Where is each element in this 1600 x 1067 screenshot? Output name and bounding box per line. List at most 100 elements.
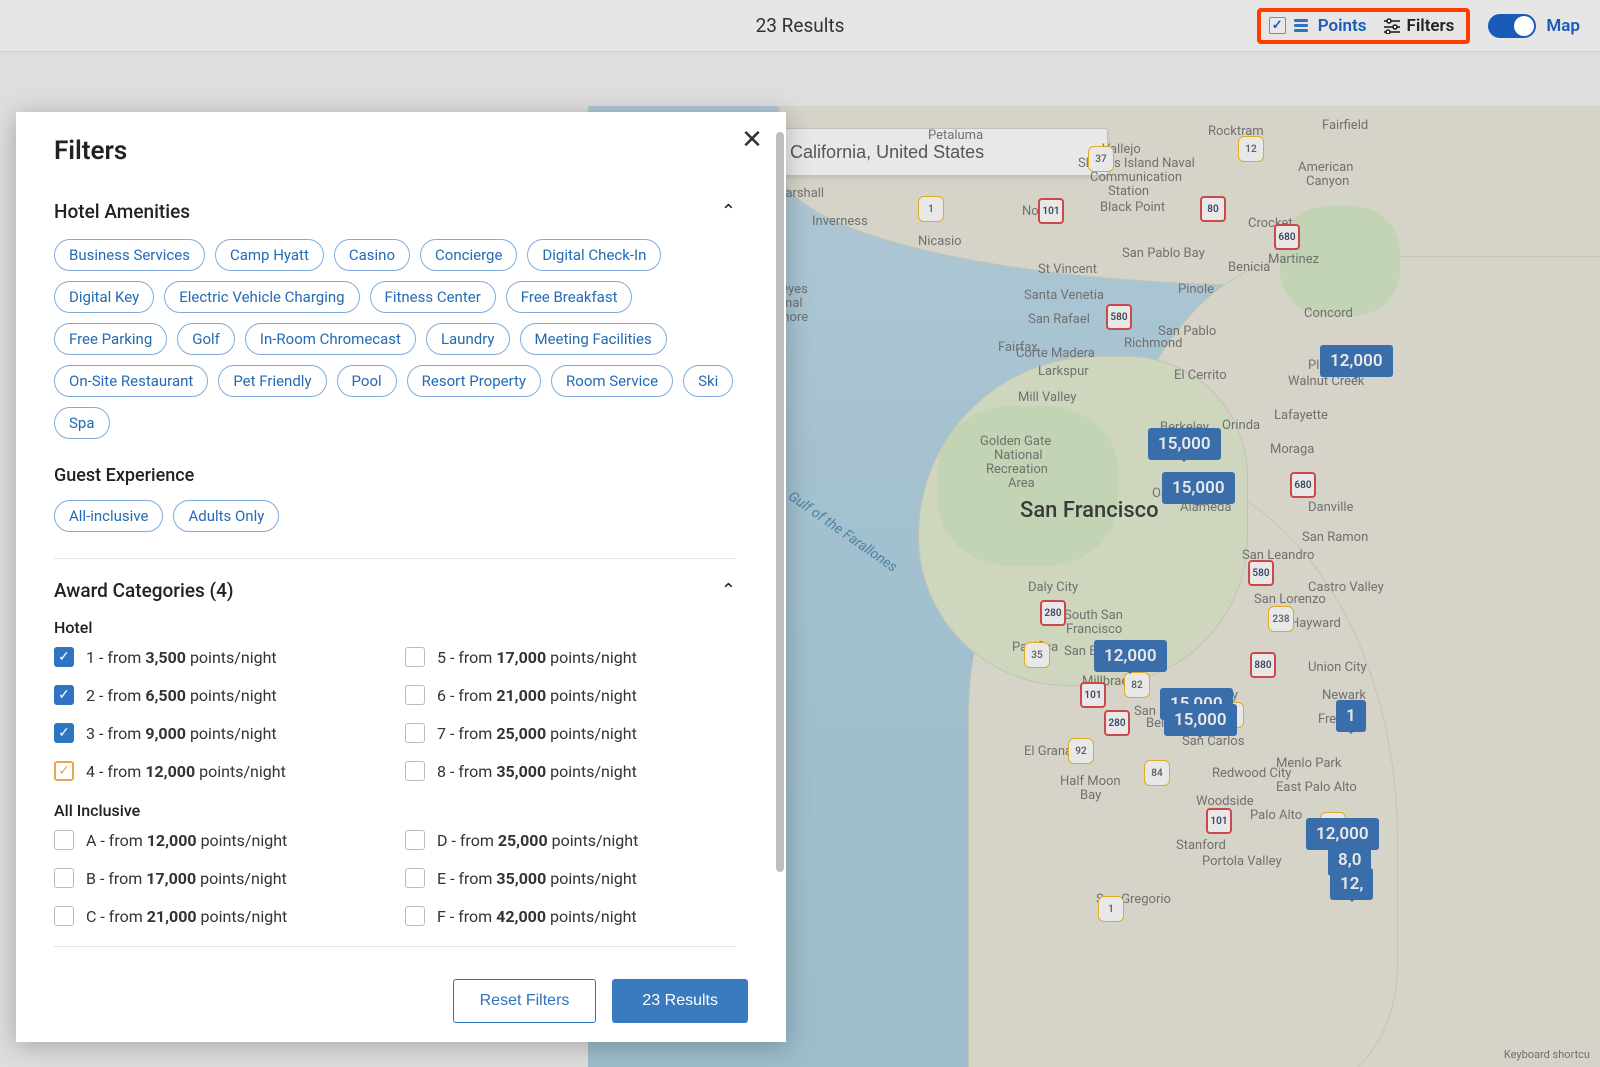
divider [54,946,736,947]
award-checkbox-row[interactable]: 8 - from 35,000 points/night [405,761,736,781]
award-checkbox-row[interactable]: 6 - from 21,000 points/night [405,685,736,705]
highway-shield-icon: 92 [1068,738,1094,764]
map-place-label: Station [1108,184,1149,199]
map-place-label: Menlo Park [1276,756,1341,771]
section-award-header[interactable]: Award Categories (4) ⌃ [54,579,736,602]
amenity-chip[interactable]: Free Parking [54,323,167,355]
amenity-chip[interactable]: Spa [54,407,110,439]
checkbox-icon: ✓ [54,761,74,781]
amenity-chip[interactable]: On-Site Restaurant [54,365,208,397]
map-price-pin[interactable]: 15,000 [1164,704,1237,736]
amenity-chip[interactable]: Concierge [420,239,517,271]
map-place-label: Golden Gate [980,434,1051,449]
award-checkbox-row[interactable]: ✓3 - from 9,000 points/night [54,723,385,743]
map-place-label: Portola Valley [1202,854,1282,869]
highway-shield-icon: 280 [1040,600,1066,626]
award-ai-grid: A - from 12,000 points/night B - from 17,… [54,830,736,926]
map-place-label: Lafayette [1274,408,1328,423]
checkbox-icon [54,906,74,926]
map-place-label: Mill Valley [1018,390,1076,405]
award-checkbox-row[interactable]: ✓4 - from 12,000 points/night [54,761,385,781]
amenity-chip[interactable]: Pet Friendly [218,365,326,397]
map-place-label: National [994,448,1043,463]
amenity-chip[interactable]: Laundry [426,323,510,355]
filters-button[interactable]: Filters [1383,16,1455,36]
map-place-label: St Vincent [1038,262,1097,277]
map-city-label: San Francisco [1020,498,1159,523]
amenity-chip[interactable]: Digital Check-In [527,239,661,271]
award-checkbox-row[interactable]: A - from 12,000 points/night [54,830,385,850]
guest-experience-chip[interactable]: All-inclusive [54,500,163,532]
amenity-chip[interactable]: Pool [337,365,397,397]
award-checkbox-row[interactable]: ✓2 - from 6,500 points/night [54,685,385,705]
award-checkbox-row[interactable]: E - from 35,000 points/night [405,868,736,888]
amenity-chip[interactable]: Free Breakfast [506,281,633,313]
guest-experience-chip[interactable]: Adults Only [173,500,279,532]
section-amenities-header[interactable]: Hotel Amenities ⌃ [54,200,736,223]
points-label: Points [1318,16,1367,36]
amenity-chip[interactable]: Meeting Facilities [520,323,667,355]
filters-modal: ✕ Filters Hotel Amenities ⌃ Business Ser… [16,112,786,1042]
points-toggle[interactable]: ✓ Points [1269,16,1367,36]
amenity-chip[interactable]: Fitness Center [370,281,496,313]
highway-shield-icon: 84 [1144,760,1170,786]
scrollbar-handle[interactable] [776,132,784,872]
amenity-chip[interactable]: Electric Vehicle Charging [164,281,359,313]
amenity-chip[interactable]: Room Service [551,365,673,397]
award-checkbox-row[interactable]: 7 - from 25,000 points/night [405,723,736,743]
checkbox-icon: ✓ [54,723,74,743]
map-place-label: Bay [1080,788,1101,803]
map-toggle[interactable]: Map [1488,14,1580,38]
highway-shield-icon: 1 [1098,896,1124,922]
award-all-inclusive-label: All Inclusive [54,801,736,820]
map-price-pin[interactable]: 1 [1336,700,1366,732]
filters-footer: Reset Filters 23 Results [16,960,786,1042]
keyboard-shortcut-note: Keyboard shortcu [1504,1048,1590,1061]
award-checkbox-row[interactable]: 5 - from 17,000 points/night [405,647,736,667]
map-place-label: Black Point [1100,200,1165,215]
checkbox-icon: ✓ [54,685,74,705]
map-price-pin[interactable]: 12, [1330,868,1373,900]
amenity-chip[interactable]: In-Room Chromecast [245,323,416,355]
amenity-chip[interactable]: Casino [334,239,410,271]
reset-filters-button[interactable]: Reset Filters [453,979,597,1023]
map-price-pin[interactable]: 15,000 [1148,428,1221,460]
map-place-label: Moraga [1270,442,1314,457]
amenity-chip[interactable]: Camp Hyatt [215,239,324,271]
map-place-label: Martinez [1268,252,1319,267]
award-checkbox-row[interactable]: F - from 42,000 points/night [405,906,736,926]
map-place-label: Union City [1308,660,1367,675]
amenity-chip[interactable]: Resort Property [407,365,541,397]
map-place-label: American [1298,160,1353,175]
map-place-label: Orinda [1222,418,1260,433]
stack-icon [1292,17,1312,35]
map-place-label: Canyon [1306,174,1349,189]
award-checkbox-row[interactable]: B - from 17,000 points/night [54,868,385,888]
guest-experience-chips: All-inclusive Adults Only [54,500,736,532]
award-checkbox-row[interactable]: ✓1 - from 3,500 points/night [54,647,385,667]
map-price-pin[interactable]: 12,000 [1320,345,1393,377]
amenity-chip[interactable]: Ski [683,365,733,397]
map-place-label: Half Moon [1060,774,1121,789]
chevron-up-icon: ⌃ [721,580,736,601]
map-price-pin[interactable]: 12,000 [1094,640,1167,672]
map-price-pin[interactable]: 15,000 [1162,472,1235,504]
filters-label: Filters [1407,16,1455,36]
map-place-label: Pinole [1178,282,1214,297]
amenity-chip[interactable]: Golf [177,323,235,355]
map-place-label: San Carlos [1182,734,1244,749]
filters-scroll-area: Filters Hotel Amenities ⌃ Business Servi… [16,112,774,960]
section-guest-experience-header: Guest Experience [54,465,736,486]
map-place-label: Benicia [1228,260,1270,275]
amenity-chip[interactable]: Business Services [54,239,205,271]
map-place-label: San Rafael [1028,312,1090,327]
apply-filters-button[interactable]: 23 Results [612,979,748,1023]
award-checkbox-row[interactable]: D - from 25,000 points/night [405,830,736,850]
toggle-switch-icon [1488,14,1536,38]
amenity-chip[interactable]: Digital Key [54,281,154,313]
award-checkbox-row[interactable]: C - from 21,000 points/night [54,906,385,926]
map-water-label: Gulf of the Farallones [785,488,900,575]
map-place-label: Corte Madera [1016,346,1095,361]
amenities-chips: Business Services Camp Hyatt Casino Concier… [54,239,736,439]
points-filters-highlight: ✓ Points Filters [1257,8,1471,44]
